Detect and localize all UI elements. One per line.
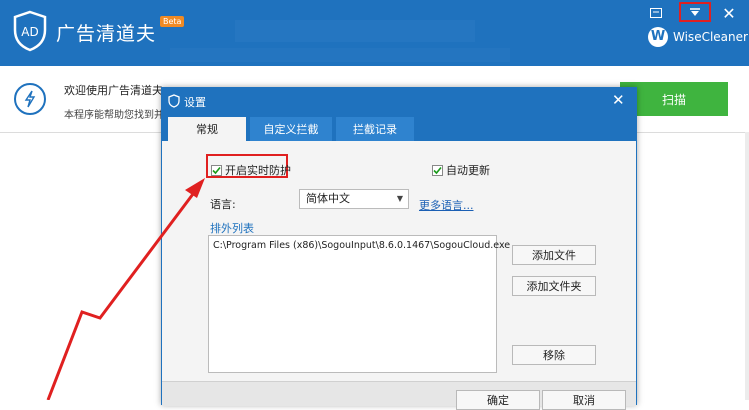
more-languages-link[interactable]: 更多语言...	[419, 197, 474, 213]
remove-button[interactable]: 移除	[512, 345, 596, 365]
shield-icon	[168, 94, 180, 108]
language-select[interactable]: 简体中文 ▼	[299, 189, 409, 209]
dialog-titlebar[interactable]: 设置 ✕	[162, 88, 636, 114]
welcome-description: 本程序能帮助您找到并	[64, 110, 164, 121]
welcome-title: 欢迎使用广告清道夫	[64, 84, 163, 97]
language-value: 简体中文	[306, 192, 350, 205]
dropdown-arrow-icon: ▼	[396, 194, 403, 203]
auto-update-checkbox[interactable]: 自动更新	[432, 162, 490, 178]
menu-dropdown-icon	[690, 8, 700, 16]
settings-dialog: 设置 ✕ 常规 自定义拦截 拦截记录 开启实时防护 自动更新 语言: 简体中文 …	[161, 87, 637, 410]
dialog-footer: 确定 取消	[162, 381, 636, 410]
exclusion-list-label: 排外列表	[210, 222, 254, 235]
wisecleaner-brand[interactable]: W WiseCleaner	[648, 27, 748, 47]
wisecleaner-logo-icon: W	[648, 27, 668, 47]
tab-general[interactable]: 常规	[168, 117, 246, 141]
tab-block-log[interactable]: 拦截记录	[336, 117, 414, 141]
background-scrollbar[interactable]	[745, 132, 749, 400]
dialog-close-button[interactable]: ✕	[612, 91, 625, 109]
close-button[interactable]: ✕	[718, 3, 740, 23]
feedback-icon	[650, 8, 662, 18]
beta-badge: Beta	[160, 16, 185, 27]
add-file-button[interactable]: 添加文件	[512, 245, 596, 265]
brand-name: WiseCleaner	[673, 30, 748, 44]
list-item[interactable]: C:\Program Files (x86)\SogouInput\8.6.0.…	[213, 240, 510, 251]
ok-button[interactable]: 确定	[456, 390, 540, 410]
app-header: AD 广告清道夫 Beta ✕ W WiseCleaner	[0, 0, 749, 66]
auto-update-label: 自动更新	[446, 164, 490, 177]
language-label: 语言:	[210, 198, 236, 211]
close-icon: ✕	[722, 3, 736, 23]
realtime-protection-label: 开启实时防护	[225, 164, 291, 177]
shield-logo-icon: AD	[13, 10, 47, 52]
header-blur	[170, 48, 510, 62]
header-blur	[235, 20, 475, 42]
dialog-title: 设置	[184, 96, 206, 109]
app-title: 广告清道夫	[56, 23, 157, 45]
cancel-button[interactable]: 取消	[542, 390, 626, 410]
tab-custom-block[interactable]: 自定义拦截	[250, 117, 332, 141]
tab-bar: 常规 自定义拦截 拦截记录	[162, 114, 636, 141]
logo-text: AD	[21, 25, 38, 39]
exclusion-list[interactable]: C:\Program Files (x86)\SogouInput\8.6.0.…	[208, 235, 510, 373]
checkbox-checked-icon	[432, 164, 443, 176]
lightning-icon	[14, 83, 46, 115]
realtime-protection-checkbox[interactable]: 开启实时防护	[211, 162, 291, 178]
checkbox-checked-icon	[211, 164, 222, 176]
add-folder-button[interactable]: 添加文件夹	[512, 276, 596, 296]
menu-button[interactable]	[679, 2, 711, 22]
feedback-button[interactable]	[645, 4, 667, 22]
